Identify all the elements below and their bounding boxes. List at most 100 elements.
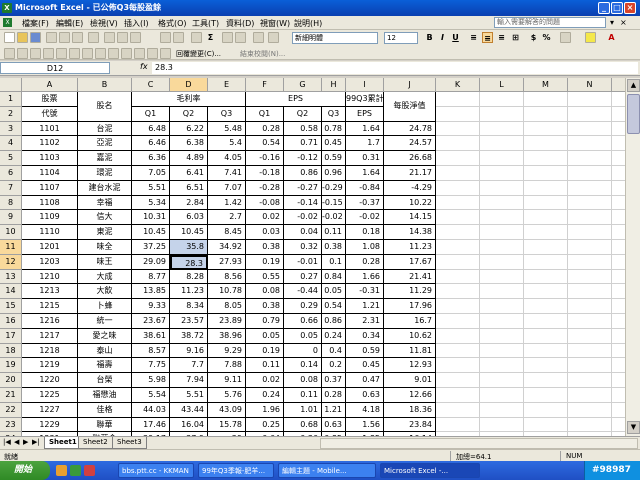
column-header-j[interactable]: J (384, 78, 436, 92)
cell-code[interactable]: 1215 (22, 299, 78, 314)
cell-h[interactable]: 0.38 (322, 240, 346, 255)
header-q3[interactable]: Q3 (208, 106, 246, 122)
cell-d[interactable]: 6.03 (170, 210, 208, 226)
cell[interactable] (524, 417, 568, 433)
cell[interactable] (524, 328, 568, 344)
cell-c[interactable]: 8.57 (132, 343, 170, 359)
vertical-scrollbar[interactable]: ▲ ▼ (625, 78, 640, 436)
cell-code[interactable]: 1101 (22, 121, 78, 137)
cell[interactable] (436, 210, 480, 226)
cell-c[interactable]: 6.36 (132, 151, 170, 166)
cell[interactable] (612, 403, 625, 418)
next-sheet-icon[interactable]: ▶ (23, 438, 28, 446)
cell[interactable] (524, 166, 568, 181)
cell-name[interactable]: 亞泥 (78, 136, 132, 152)
cell-e[interactable]: 8.05 (208, 299, 246, 314)
cell-e[interactable]: 10.78 (208, 284, 246, 300)
cell-f[interactable]: 1.96 (246, 402, 284, 418)
select-all-corner[interactable] (0, 78, 22, 92)
cell-code[interactable]: 1107 (22, 180, 78, 196)
cell-e[interactable]: 4.05 (208, 151, 246, 166)
cell[interactable] (568, 402, 612, 418)
cell-g[interactable]: 0.04 (284, 225, 322, 240)
cell-f[interactable]: 0.24 (246, 388, 284, 403)
cell-name[interactable]: 大飲 (78, 284, 132, 300)
cell[interactable] (524, 195, 568, 211)
cell[interactable] (436, 151, 480, 166)
cell-j[interactable]: 16.7 (384, 314, 436, 329)
cell[interactable] (480, 151, 524, 166)
cell-j[interactable]: 17.96 (384, 299, 436, 314)
cell[interactable] (524, 254, 568, 270)
cell-e[interactable]: 15.78 (208, 417, 246, 433)
tb2-icon-7[interactable] (82, 48, 93, 59)
cell-j[interactable]: 11.29 (384, 284, 436, 300)
cell[interactable] (480, 314, 524, 329)
cell-j[interactable]: 26.68 (384, 151, 436, 166)
cell-name[interactable]: 愛之味 (78, 328, 132, 344)
cell[interactable] (436, 106, 480, 122)
tb2-icon-2[interactable] (17, 48, 28, 59)
cell-c[interactable]: 10.45 (132, 225, 170, 240)
header-cum-eps[interactable]: 99Q3累計 (346, 92, 384, 107)
cell[interactable] (436, 136, 480, 152)
cell-j[interactable]: 10.62 (384, 328, 436, 344)
cell-g[interactable]: -0.14 (284, 195, 322, 211)
cell-code[interactable]: 1103 (22, 151, 78, 166)
cell-h[interactable]: 0.28 (322, 388, 346, 403)
cell[interactable] (480, 166, 524, 181)
cell-d[interactable]: 10.45 (170, 225, 208, 240)
sort-descending-icon[interactable] (235, 32, 246, 43)
cell-i[interactable]: 2.31 (346, 314, 384, 329)
currency-icon[interactable]: $ (528, 32, 539, 43)
scroll-thumb[interactable] (627, 94, 640, 134)
cell[interactable] (568, 388, 612, 403)
cell-d[interactable]: 7.94 (170, 373, 208, 388)
cell-name[interactable]: 味全 (78, 240, 132, 255)
cell[interactable] (568, 166, 612, 181)
cell-d[interactable]: 6.41 (170, 166, 208, 181)
cell-code[interactable]: 1218 (22, 343, 78, 359)
cell[interactable] (436, 180, 480, 196)
cell-j[interactable]: 14.15 (384, 210, 436, 226)
menu-view[interactable]: 檢視(V) (90, 18, 118, 29)
cell[interactable] (524, 240, 568, 255)
cell-e[interactable]: 38.96 (208, 328, 246, 344)
insert-function-icon[interactable]: fx (140, 62, 148, 71)
cell-c[interactable]: 17.46 (132, 417, 170, 433)
cell-i[interactable]: -0.37 (346, 195, 384, 211)
quicklaunch-icon[interactable] (56, 465, 67, 476)
cell-i[interactable]: -0.84 (346, 180, 384, 196)
cell[interactable] (568, 284, 612, 300)
copy-icon[interactable] (117, 32, 128, 43)
cell[interactable] (612, 344, 625, 359)
cell-e[interactable]: 5.48 (208, 121, 246, 137)
font-name-select[interactable]: 新細明體 (292, 32, 378, 44)
cell-i[interactable]: 0.34 (346, 328, 384, 344)
cell[interactable] (480, 195, 524, 211)
header-gross-margin[interactable]: 毛利率 (132, 92, 246, 107)
cell-c[interactable]: 5.34 (132, 195, 170, 211)
cell-j[interactable]: 23.84 (384, 417, 436, 433)
cell[interactable] (568, 92, 612, 107)
row-header[interactable]: 2 (0, 106, 22, 122)
cell-e[interactable]: 23.89 (208, 314, 246, 329)
cell[interactable] (568, 314, 612, 329)
cell-f[interactable]: 0.54 (246, 136, 284, 152)
cell[interactable] (436, 388, 480, 403)
tb2-icon-11[interactable] (134, 48, 145, 59)
cell[interactable] (568, 269, 612, 285)
prev-sheet-icon[interactable]: ◀ (14, 438, 19, 446)
cell[interactable] (612, 314, 625, 329)
cell-i[interactable]: 1.21 (346, 299, 384, 314)
cell-g[interactable]: 0.05 (284, 328, 322, 344)
cut-icon[interactable] (104, 32, 115, 43)
cell-name[interactable]: 卜蜂 (78, 299, 132, 314)
cell[interactable] (480, 121, 524, 137)
taskbar-item-kkman[interactable]: bbs.ptt.cc - KKMAN (118, 463, 194, 478)
row-header[interactable]: 9 (0, 210, 22, 226)
cell-name[interactable]: 信大 (78, 210, 132, 226)
cell-g[interactable]: 0.71 (284, 136, 322, 152)
doc-close-icon[interactable]: × (620, 18, 627, 27)
cell[interactable] (480, 284, 524, 300)
